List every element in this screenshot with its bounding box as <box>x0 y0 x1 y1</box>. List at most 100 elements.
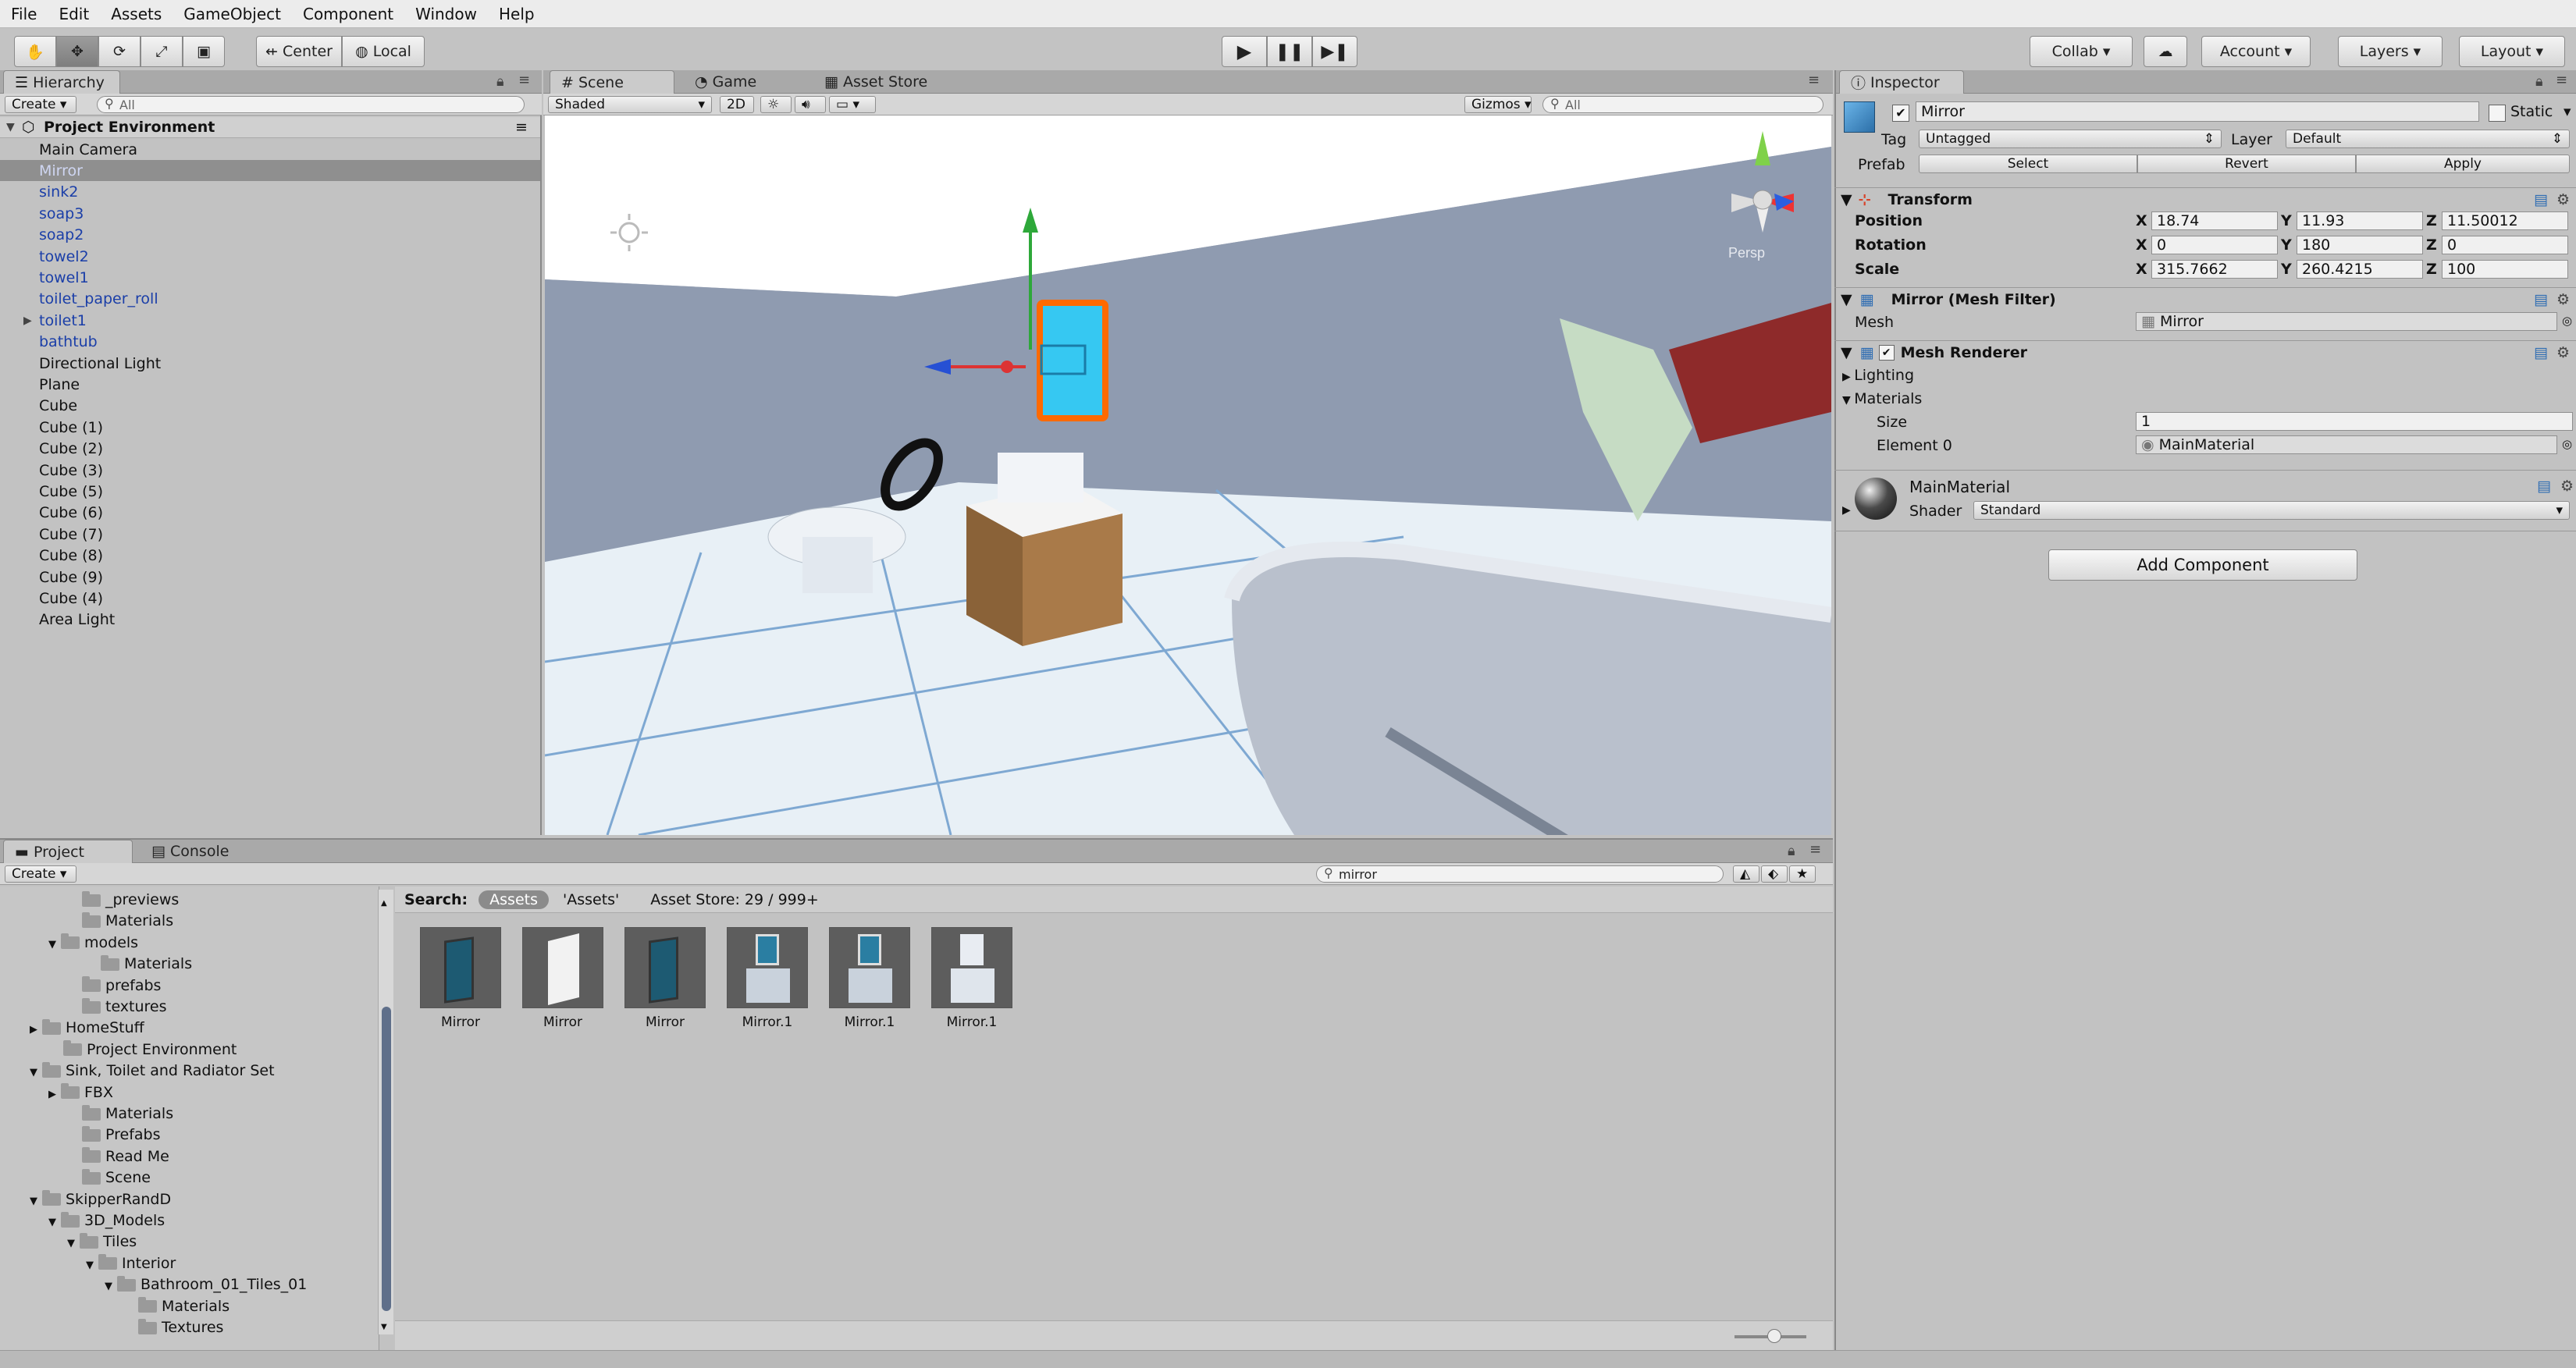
folder-tree-item[interactable]: Prefabs <box>67 1125 161 1143</box>
folder-tree-item[interactable]: ▼ SkipperRandD <box>30 1190 171 1208</box>
foldout-triangle-icon[interactable]: ▼ <box>1841 344 1852 361</box>
static-checkbox[interactable] <box>2489 105 2506 122</box>
hierarchy-item[interactable]: Cube <box>0 396 540 417</box>
tag-dropdown[interactable]: Untagged ⇕ <box>1919 130 2222 148</box>
scene-root-row[interactable]: ▼ ⬡ Project Environment ≡ <box>0 117 540 138</box>
mesh-filter-header[interactable]: ▼ ▦ Mirror (Mesh Filter) ▤ ⚙ <box>1834 287 2576 311</box>
axis-x-label[interactable]: X <box>2136 236 2147 254</box>
foldout-triangle-icon[interactable]: ▼ <box>1841 291 1852 308</box>
filter-type-button[interactable]: ◭ <box>1733 865 1759 883</box>
asset-store-filter[interactable]: Asset Store: 29 / 999+ <box>650 891 818 908</box>
asset-item[interactable]: Mirror.1 <box>931 927 1012 1030</box>
shader-dropdown[interactable]: Standard ▾ <box>1973 501 2570 520</box>
hierarchy-item[interactable]: Cube (5) <box>0 481 540 502</box>
lighting-foldout[interactable]: ▶ Lighting <box>1842 367 1914 384</box>
object-picker-icon[interactable]: ◎ <box>2562 437 2572 451</box>
material-foldout-icon[interactable]: ▶ <box>1842 504 1851 517</box>
expand-triangle-icon[interactable]: ▼ <box>6 121 15 133</box>
folder-tree-item[interactable]: ▶ HomeStuff <box>30 1018 144 1036</box>
scene-search-input[interactable]: All <box>1542 96 1823 113</box>
component-gear-icon[interactable]: ⚙ <box>2556 191 2570 208</box>
inspector-menu-icon[interactable]: ≡ <box>2556 72 2567 88</box>
hierarchy-item[interactable]: Directional Light <box>0 353 540 374</box>
filter-label-button[interactable]: ⬖ <box>1761 865 1788 883</box>
folder-expand-icon[interactable]: ▶ <box>30 1024 37 1036</box>
folder-tree-item[interactable]: Read Me <box>67 1147 169 1165</box>
object-name-field[interactable]: Mirror <box>1916 101 2479 122</box>
help-book-icon[interactable]: ▤ <box>2534 191 2548 208</box>
materials-foldout[interactable]: ▼ Materials <box>1842 390 1922 407</box>
hierarchy-item[interactable]: soap3 <box>0 203 540 224</box>
asset-item[interactable]: Mirror.1 <box>727 927 808 1030</box>
scene-panel-menu-icon[interactable]: ≡ <box>1808 72 1820 88</box>
account-dropdown[interactable]: Account ▾ <box>2201 36 2311 67</box>
static-dropdown-icon[interactable]: ▾ <box>2564 103 2571 120</box>
project-menu-icon[interactable]: ≡ <box>1809 841 1821 858</box>
transform-header[interactable]: ▼ ⊹ Transform ▤ ⚙ <box>1834 187 2576 211</box>
transform-scale-z-field[interactable]: 100 <box>2442 260 2568 279</box>
folder-tree-item[interactable]: ▼ 3D_Models <box>48 1211 165 1229</box>
thumbnail-size-slider-handle[interactable] <box>1767 1329 1781 1343</box>
hierarchy-item[interactable]: Plane <box>0 374 540 395</box>
hierarchy-item[interactable]: ▶ toilet1 <box>0 310 540 331</box>
add-component-button[interactable]: Add Component <box>2048 549 2357 581</box>
folder-tree-item[interactable]: Project Environment <box>48 1040 237 1058</box>
hierarchy-item[interactable]: Cube (7) <box>0 524 540 545</box>
prefab-select-button[interactable]: Select <box>1919 155 2137 173</box>
panel-menu-icon[interactable]: ≡ <box>518 72 530 88</box>
menu-gameobject[interactable]: GameObject <box>173 5 292 23</box>
asset-item[interactable]: Mirror <box>420 927 501 1030</box>
mesh-renderer-header[interactable]: ▼ ▦ ✔ Mesh Renderer ▤ ⚙ <box>1834 340 2576 364</box>
menu-help[interactable]: Help <box>488 5 546 23</box>
folder-expand-icon[interactable]: ▼ <box>105 1281 112 1292</box>
folder-expand-icon[interactable]: ▼ <box>30 1067 37 1078</box>
folder-expand-icon[interactable]: ▼ <box>48 939 56 950</box>
axis-y-label[interactable]: Y <box>2281 261 2292 278</box>
favorites-button[interactable]: ★ <box>1789 865 1816 883</box>
persp-label[interactable]: Persp <box>1728 245 1765 261</box>
foldout-triangle-icon[interactable]: ▼ <box>1841 191 1852 208</box>
prefab-revert-button[interactable]: Revert <box>2137 155 2356 173</box>
tab-hierarchy[interactable]: ☰ Hierarchy <box>3 70 120 94</box>
component-gear-icon[interactable]: ⚙ <box>2556 291 2570 308</box>
hierarchy-item[interactable]: Cube (3) <box>0 460 540 481</box>
filter-assets-folder[interactable]: 'Assets' <box>563 891 619 908</box>
folder-tree-item[interactable]: ▼ Interior <box>86 1254 176 1272</box>
folder-tree-item[interactable]: Materials <box>123 1297 229 1315</box>
layers-dropdown[interactable]: Layers ▾ <box>2338 36 2443 67</box>
rect-tool-icon[interactable]: ▣ <box>183 36 225 67</box>
folder-tree-item[interactable]: _previews <box>67 890 179 908</box>
mode-2d-toggle[interactable]: 2D <box>720 96 754 113</box>
hierarchy-item[interactable]: toilet_paper_roll <box>0 289 540 310</box>
hierarchy-item[interactable]: Mirror <box>0 160 540 182</box>
menu-component[interactable]: Component <box>292 5 404 23</box>
tab-project[interactable]: ▬ Project <box>3 840 133 863</box>
transform-position-z-field[interactable]: 11.50012 <box>2442 211 2568 230</box>
hierarchy-item[interactable]: Cube (2) <box>0 439 540 460</box>
layout-dropdown[interactable]: Layout ▾ <box>2459 36 2565 67</box>
hierarchy-item[interactable]: Cube (6) <box>0 503 540 524</box>
scene-lighting-toggle[interactable]: ☼ <box>760 96 792 113</box>
axis-x-label[interactable]: X <box>2136 261 2147 278</box>
axis-z-label[interactable]: Z <box>2426 212 2437 229</box>
move-tool-icon[interactable]: ✥ <box>56 36 98 67</box>
scroll-up-icon[interactable]: ▲ <box>381 899 387 908</box>
folder-expand-icon[interactable]: ▼ <box>30 1196 37 1207</box>
element-0-field[interactable]: ◉ MainMaterial <box>2136 435 2557 454</box>
hierarchy-item[interactable]: Area Light <box>0 609 540 631</box>
asset-item[interactable]: Mirror <box>522 927 603 1030</box>
pivot-center-button[interactable]: ⇷ Center <box>256 36 342 67</box>
menu-window[interactable]: Window <box>404 5 488 23</box>
gizmos-dropdown[interactable]: Gizmos ▾ <box>1464 96 1532 113</box>
pause-button[interactable]: ❚❚ <box>1267 36 1312 67</box>
filter-assets-pill[interactable]: Assets <box>479 890 549 909</box>
rotate-tool-icon[interactable]: ⟳ <box>98 36 141 67</box>
tab-console[interactable]: ▤ Console <box>141 840 240 863</box>
transform-rotation-y-field[interactable]: 180 <box>2297 236 2423 254</box>
transform-scale-y-field[interactable]: 260.4215 <box>2297 260 2423 279</box>
transform-rotation-z-field[interactable]: 0 <box>2442 236 2568 254</box>
asset-item[interactable]: Mirror <box>624 927 706 1030</box>
help-book-icon[interactable]: ▤ <box>2537 478 2551 495</box>
tree-scrollbar[interactable]: ▲ ▼ <box>378 890 393 1334</box>
folder-expand-icon[interactable]: ▼ <box>48 1217 56 1228</box>
